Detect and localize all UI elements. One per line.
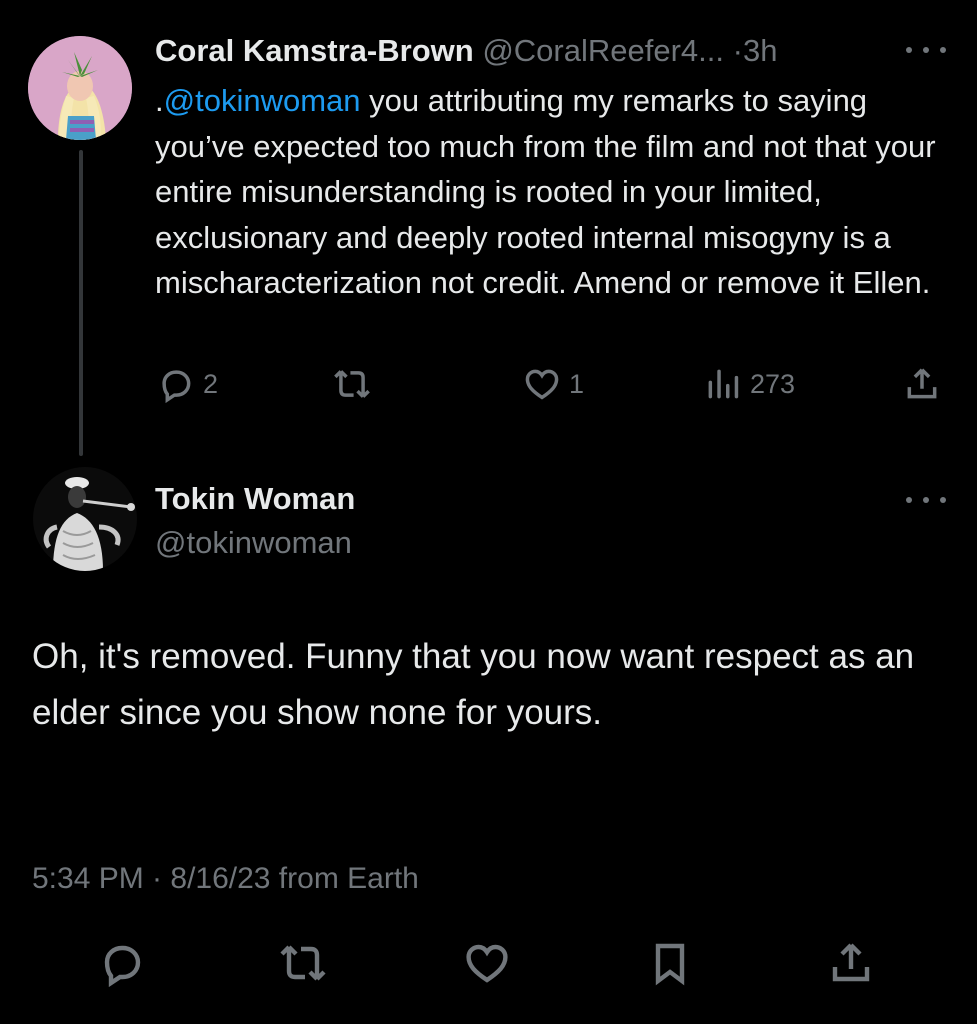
heart-icon xyxy=(525,369,559,400)
reply-separator: · xyxy=(732,33,743,68)
main-like-button[interactable] xyxy=(459,935,515,991)
reply-header: Coral Kamstra-Brown @CoralReefer4... ·3h xyxy=(155,32,955,70)
main-reply-button[interactable] xyxy=(94,935,150,991)
tweet-thread-view: Coral Kamstra-Brown @CoralReefer4... ·3h… xyxy=(0,0,977,1024)
main-display-name[interactable]: Tokin Woman xyxy=(155,480,355,518)
reply-time[interactable]: 3h xyxy=(743,33,777,68)
views-icon xyxy=(708,369,739,399)
reply-display-name[interactable]: Coral Kamstra-Brown xyxy=(155,33,474,68)
reply-text: .@tokinwoman you attributing my remarks … xyxy=(155,78,955,306)
reply-icon xyxy=(104,945,141,987)
bookmark-icon xyxy=(655,943,685,986)
main-tweet-meta: 5:34 PM · 8/16/23 from Earth xyxy=(32,862,419,895)
share-icon xyxy=(832,943,870,982)
reply-reply-count: 2 xyxy=(203,368,219,399)
main-share-button[interactable] xyxy=(823,935,879,991)
reply-more-icon[interactable] xyxy=(906,40,946,60)
main-tweet-text: Oh, it's removed. Funny that you now wan… xyxy=(32,637,915,732)
reply-avatar[interactable] xyxy=(28,36,132,140)
reply-views-button[interactable]: 273 xyxy=(704,362,795,406)
main-avatar[interactable] xyxy=(33,467,137,571)
reply-retweet-button[interactable] xyxy=(331,362,381,406)
share-icon xyxy=(907,368,937,399)
main-retweet-button[interactable] xyxy=(275,935,331,991)
reply-share-button[interactable] xyxy=(903,362,941,406)
reply-like-count: 1 xyxy=(569,368,585,399)
main-action-bar xyxy=(0,935,977,991)
reply-text-prefix: . xyxy=(155,83,164,118)
main-more-icon[interactable] xyxy=(906,490,946,510)
reply-icon xyxy=(162,370,191,403)
reply-reply-button[interactable]: 2 xyxy=(157,362,218,406)
reply-views-count: 273 xyxy=(750,368,796,399)
heart-icon xyxy=(466,944,508,983)
thread-connector-line xyxy=(79,150,83,456)
main-handle[interactable]: @tokinwoman xyxy=(155,524,352,562)
reply-handle[interactable]: @CoralReefer4... xyxy=(482,33,724,68)
retweet-icon xyxy=(280,945,326,981)
reply-like-button[interactable]: 1 xyxy=(523,362,584,406)
reply-action-bar: 2 1 273 xyxy=(155,362,945,406)
main-bookmark-button[interactable] xyxy=(642,935,698,991)
retweet-icon xyxy=(334,370,370,398)
reply-mention-link[interactable]: @tokinwoman xyxy=(164,83,361,118)
